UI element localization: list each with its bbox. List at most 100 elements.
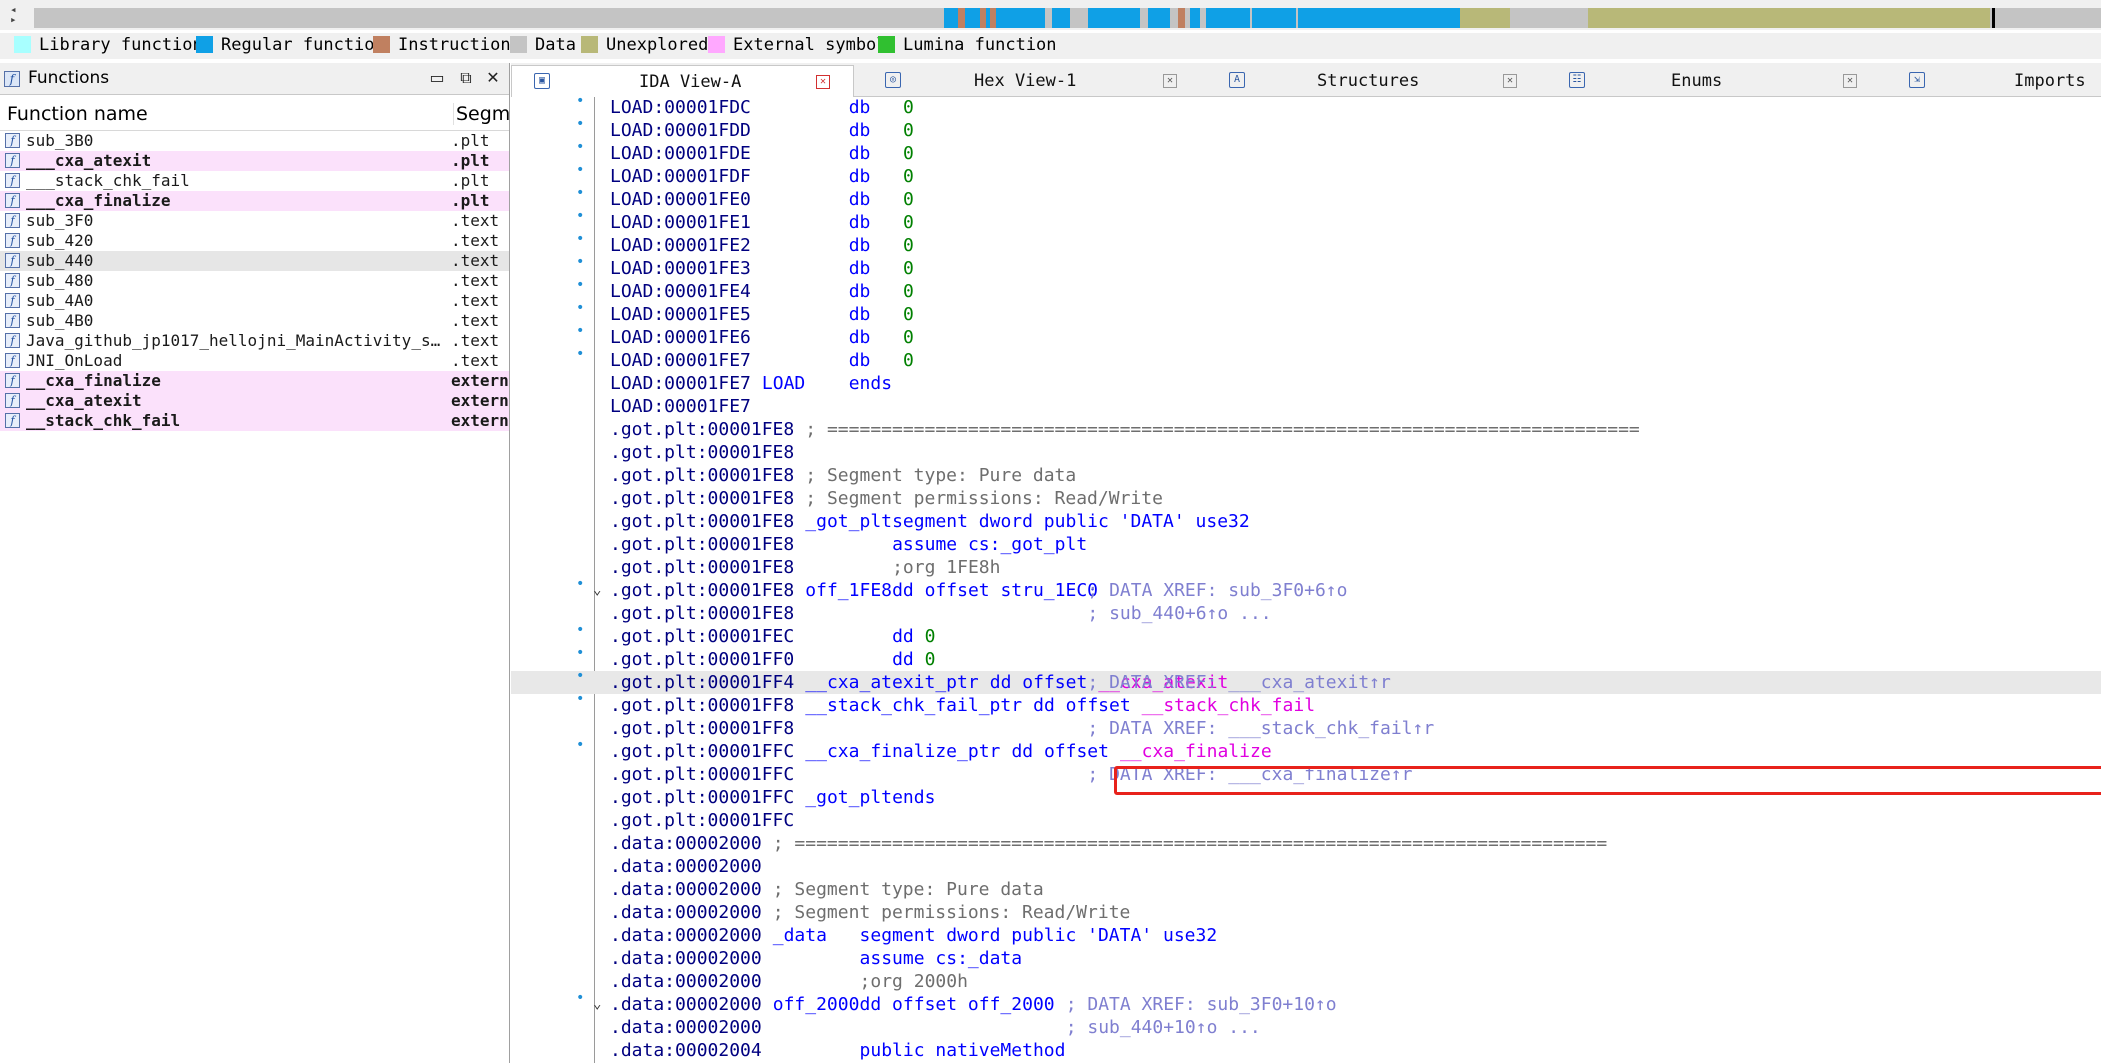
code-address[interactable]: .got.plt:00001FE8 <box>610 533 794 556</box>
code-line[interactable]: .data:00002004 public nativeMethod <box>511 1039 2101 1062</box>
code-label[interactable]: _data <box>773 924 827 947</box>
navigation-segment[interactable] <box>1298 8 1460 28</box>
code-address[interactable]: LOAD:00001FDE <box>610 142 751 165</box>
code-line[interactable]: .got.plt:00001FE8 assume cs:_got_plt <box>511 533 2101 556</box>
float-window-icon[interactable]: ⧉ <box>455 67 477 89</box>
code-address[interactable]: .data:00002000 <box>610 901 762 924</box>
code-line[interactable]: .got.plt:00001FE8 <box>511 441 2101 464</box>
code-xref-comment[interactable]: ; DATA XREF: sub_3F0+10↑o <box>1066 993 1337 1016</box>
code-address[interactable]: .got.plt:00001FE8 <box>610 579 794 602</box>
code-address[interactable]: LOAD:00001FE3 <box>610 257 751 280</box>
code-line[interactable]: • LOAD:00001FE7 db 0 <box>511 346 2101 372</box>
code-address[interactable]: .got.plt:00001FE8 <box>610 464 794 487</box>
navigation-segment[interactable] <box>996 8 1045 28</box>
code-line[interactable]: .got.plt:00001FE8 ; =====================… <box>511 418 2101 441</box>
code-address[interactable]: .got.plt:00001FE8 <box>610 556 794 579</box>
function-row[interactable]: f __stack_chk_fail extern <box>0 411 509 431</box>
code-line[interactable]: • LOAD:00001FDF db 0 <box>511 162 2101 188</box>
navigation-segment[interactable] <box>1190 8 1200 28</box>
code-line[interactable]: • LOAD:00001FE2 db 0 <box>511 231 2101 257</box>
code-address[interactable]: .got.plt:00001FEC <box>610 625 794 648</box>
navigation-segment[interactable] <box>1052 8 1070 28</box>
code-address[interactable]: LOAD:00001FDD <box>610 119 751 142</box>
code-line[interactable]: • .got.plt:00001FEC dd 0 <box>511 622 2101 648</box>
code-address[interactable]: .got.plt:00001FF4 <box>610 671 794 694</box>
code-address[interactable]: .got.plt:00001FFC <box>610 786 794 809</box>
code-address[interactable]: .got.plt:00001FE8 <box>610 418 794 441</box>
code-line[interactable]: .got.plt:00001FF8 ; DATA XREF: ___stack_c… <box>511 717 2101 740</box>
function-row[interactable]: f sub_4B0 .text <box>0 311 509 331</box>
fold-chevron-icon[interactable]: ⌄ <box>593 993 601 1016</box>
code-line[interactable]: .data:00002000 ; sub_440+10↑o ... <box>511 1016 2101 1039</box>
code-address[interactable]: LOAD:00001FE2 <box>610 234 751 257</box>
navigation-segment[interactable] <box>1460 8 1510 28</box>
code-address[interactable]: .data:00002000 <box>610 924 762 947</box>
code-address[interactable]: .data:00002000 <box>610 947 762 970</box>
code-line[interactable]: .data:00002000 _data segment dword public … <box>511 924 2101 947</box>
tab-enums[interactable]: ☷ Enums ✕ <box>1547 65 1879 97</box>
function-row[interactable]: f sub_3B0 .plt <box>0 131 509 151</box>
code-address[interactable]: .got.plt:00001FE8 <box>610 487 794 510</box>
code-target-symbol[interactable]: __cxa_finalize <box>1120 740 1272 763</box>
code-line[interactable]: LOAD:00001FE7 LOAD ends <box>511 372 2101 395</box>
code-label[interactable]: _got_plt <box>805 786 892 809</box>
tab-close-icon[interactable]: ✕ <box>1503 74 1517 88</box>
function-row[interactable]: f sub_3F0 .text <box>0 211 509 231</box>
navigation-segment[interactable] <box>958 8 965 28</box>
code-address[interactable]: .data:00002000 <box>610 878 762 901</box>
code-address[interactable]: LOAD:00001FE0 <box>610 188 751 211</box>
code-line[interactable]: .data:00002000 ; Segment type: Pure data <box>511 878 2101 901</box>
navigation-segment[interactable] <box>1088 8 1140 28</box>
navigation-segment[interactable] <box>1588 8 1990 28</box>
code-label[interactable]: __cxa_atexit_ptr <box>805 671 978 694</box>
navigation-segment[interactable] <box>1206 8 1250 28</box>
code-line[interactable]: .got.plt:00001FE8 ; Segment permissions: … <box>511 487 2101 510</box>
code-line[interactable]: .data:00002000 ; Segment permissions: Rea… <box>511 901 2101 924</box>
function-row[interactable]: f __cxa_finalize extern <box>0 371 509 391</box>
code-address[interactable]: LOAD:00001FDF <box>610 165 751 188</box>
function-row[interactable]: f ___cxa_finalize .plt <box>0 191 509 211</box>
function-row[interactable]: f ___stack_chk_fail .plt <box>0 171 509 191</box>
code-address[interactable]: LOAD:00001FE4 <box>610 280 751 303</box>
tab-imports[interactable]: ⇲ Imports <box>1887 65 2101 97</box>
navigation-band[interactable]: ◂ ▸ <box>0 0 2101 30</box>
code-address[interactable]: .got.plt:00001FFC <box>610 763 794 786</box>
fold-chevron-icon[interactable]: ⌄ <box>593 579 601 602</box>
code-address[interactable]: .data:00002000 <box>610 993 762 1016</box>
tab-close-icon[interactable]: ✕ <box>816 75 830 89</box>
code-line[interactable]: • .got.plt:00001FFC __cxa_finalize_ptr dd o… <box>511 737 2101 763</box>
code-address[interactable]: .data:00002004 <box>610 1039 762 1062</box>
code-line[interactable]: • LOAD:00001FE4 db 0 <box>511 277 2101 303</box>
code-address[interactable]: .data:00002000 <box>610 1016 762 1039</box>
navigation-strip[interactable] <box>34 8 2101 28</box>
code-line[interactable]: • .got.plt:00001FF8 __stack_chk_fail_ptr dd… <box>511 691 2101 717</box>
navigation-segment[interactable] <box>1178 8 1185 28</box>
code-label[interactable]: __stack_chk_fail_ptr <box>805 694 1022 717</box>
code-label[interactable]: __cxa_finalize_ptr <box>805 740 1000 763</box>
function-row[interactable]: f __cxa_atexit extern <box>0 391 509 411</box>
code-xref-comment[interactable]: ; DATA XREF: sub_3F0+6↑o <box>1087 579 1347 602</box>
navigation-segment[interactable] <box>1992 8 1995 28</box>
code-xref-comment[interactable]: ; sub_440+10↑o ... <box>1066 1016 1261 1039</box>
code-line[interactable]: .got.plt:00001FE8 _got_plt segment dword p… <box>511 510 2101 533</box>
navigation-segment[interactable] <box>1252 8 1296 28</box>
code-address[interactable]: .data:00002000 <box>610 832 762 855</box>
code-line[interactable]: • ⌄ .data:00002000 off_2000 dd offset off_20… <box>511 990 2101 1016</box>
code-address[interactable]: .got.plt:00001FF0 <box>610 648 794 671</box>
function-row[interactable]: f sub_440 .text <box>0 251 509 271</box>
code-line[interactable]: .data:00002000 ; ========================… <box>511 832 2101 855</box>
tab-ida-view-a[interactable]: ▣ IDA View-A ✕ <box>511 65 854 98</box>
function-row[interactable]: f sub_480 .text <box>0 271 509 291</box>
code-address[interactable]: LOAD:00001FDC <box>610 97 751 119</box>
column-header-segment[interactable]: Segme <box>453 103 510 125</box>
code-target-symbol[interactable]: __stack_chk_fail <box>1142 694 1315 717</box>
code-address[interactable]: LOAD:00001FE7 <box>610 395 751 418</box>
code-line[interactable]: • LOAD:00001FE6 db 0 <box>511 323 2101 349</box>
function-row[interactable]: f sub_4A0 .text <box>0 291 509 311</box>
code-line[interactable]: • LOAD:00001FE5 db 0 <box>511 300 2101 326</box>
function-row[interactable]: f ___cxa_atexit .plt <box>0 151 509 171</box>
code-line[interactable]: LOAD:00001FE7 <box>511 395 2101 418</box>
code-line[interactable]: • LOAD:00001FE1 db 0 <box>511 208 2101 234</box>
code-line[interactable]: .got.plt:00001FE8 ;org 1FE8h <box>511 556 2101 579</box>
function-row[interactable]: f JNI_OnLoad .text <box>0 351 509 371</box>
